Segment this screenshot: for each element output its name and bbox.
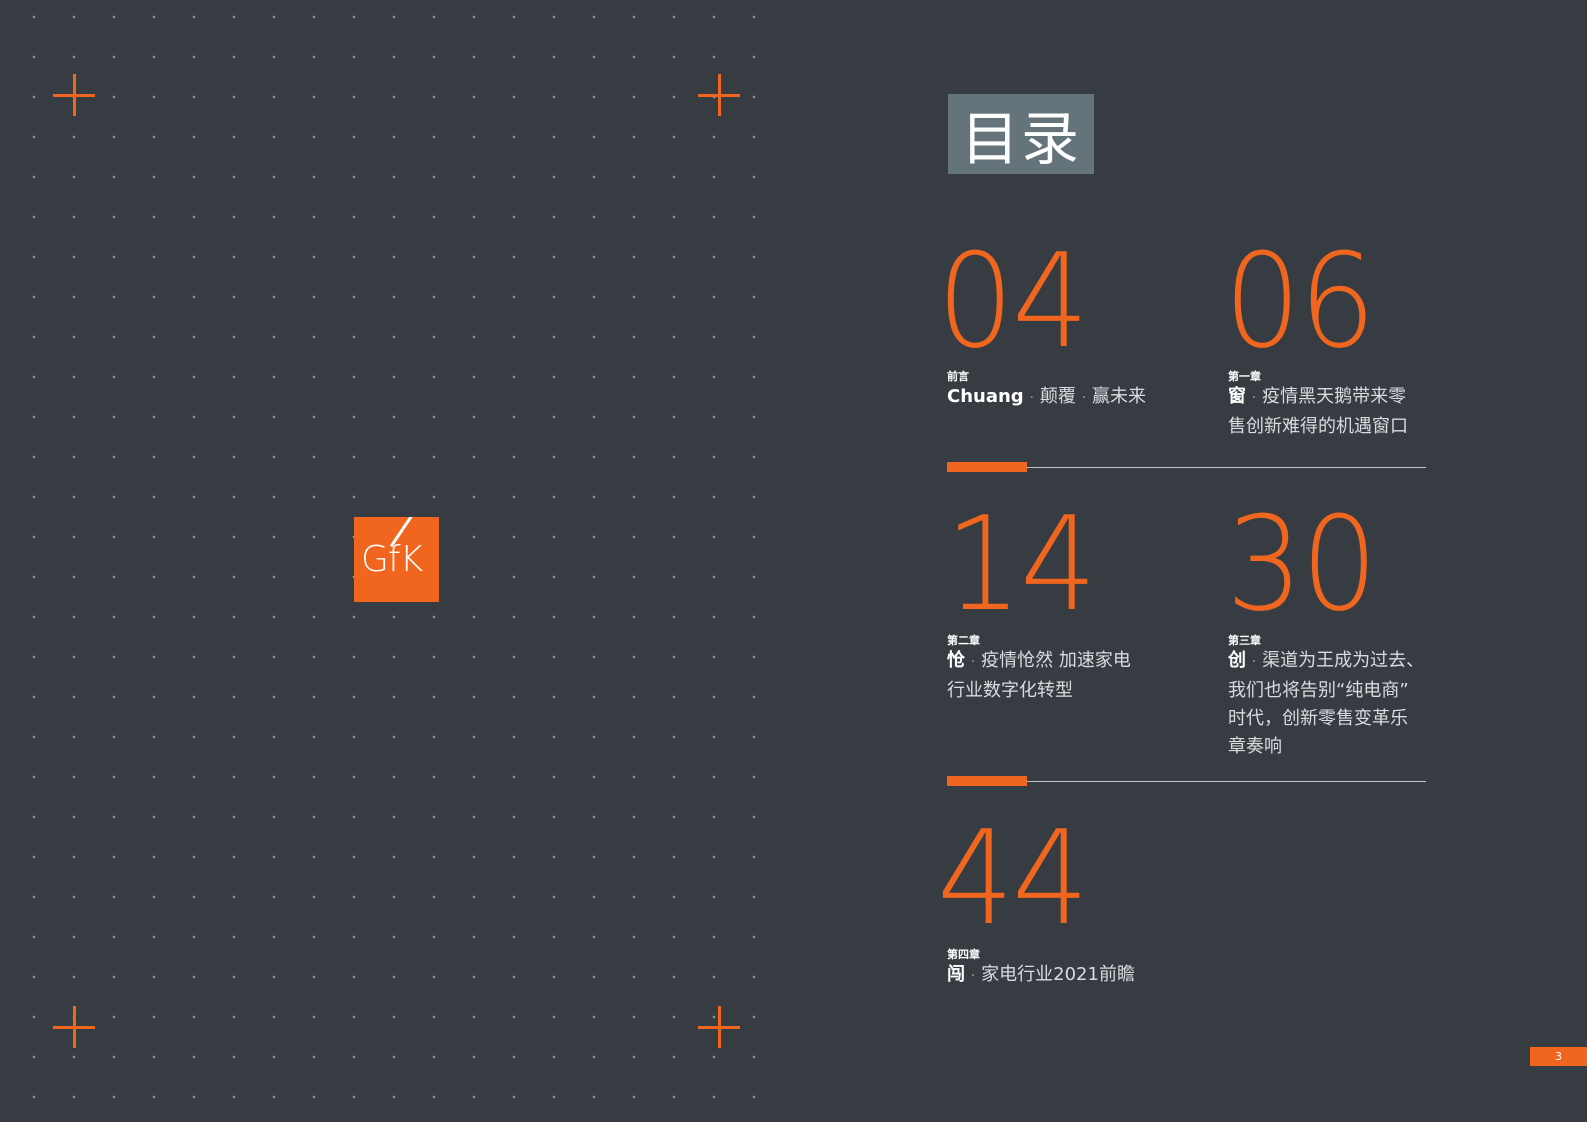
divider-accent	[947, 776, 1027, 786]
entry-text: 售创新难得的机遇窗口	[1228, 416, 1408, 437]
entry-text: 行业数字化转型	[947, 680, 1073, 701]
separator: ·	[1081, 391, 1086, 406]
page-number: 3	[1530, 1047, 1587, 1066]
separator: ·	[971, 969, 976, 984]
plus-icon-bottom-right	[698, 1006, 740, 1048]
entry-head: 闯	[947, 964, 965, 985]
entry-text: 疫情怆然 加速家电	[981, 650, 1131, 671]
entry-head: 怆	[947, 650, 965, 671]
entry-number: 30	[1226, 488, 1378, 640]
entry-head: 创	[1228, 650, 1246, 671]
entry-text: 我们也将告别“纯电商”	[1228, 680, 1409, 701]
entry-text: 章奏响	[1228, 736, 1282, 757]
entry-number: 06	[1224, 225, 1376, 377]
section-divider	[947, 462, 1426, 472]
plus-icon-top-left	[53, 74, 95, 116]
entry-title: 创 · 渠道为王成为过去、 我们也将告别“纯电商” 时代，创新零售变革乐 章奏响	[1228, 647, 1458, 761]
entry-text: 时代，创新零售变革乐	[1228, 708, 1408, 729]
page-title: 目录	[948, 94, 1094, 174]
entry-number: 04	[937, 225, 1089, 377]
entry-text: 家电行业2021前瞻	[981, 964, 1135, 985]
separator: ·	[971, 655, 976, 670]
entry-label: 第二章	[947, 634, 980, 647]
plus-icon-bottom-left	[53, 1006, 95, 1048]
section-divider	[947, 776, 1426, 786]
entry-text: 渠道为王成为过去、	[1262, 650, 1425, 671]
entry-label: 第三章	[1228, 634, 1261, 647]
entry-label: 前言	[947, 370, 969, 383]
entry-number: 44	[937, 802, 1089, 954]
separator: ·	[1252, 655, 1257, 670]
entry-number: 14	[945, 488, 1097, 640]
entry-text: 赢未来	[1091, 386, 1146, 407]
entry-title: 怆 · 疫情怆然 加速家电 行业数字化转型	[947, 647, 1177, 705]
entry-label: 第四章	[947, 948, 980, 961]
divider-accent	[947, 462, 1027, 472]
entry-title: 闯 · 家电行业2021前瞻	[947, 961, 1187, 991]
separator: ·	[1252, 391, 1257, 406]
entry-text: 疫情黑天鹅带来零	[1262, 386, 1407, 407]
entry-title: 窗 · 疫情黑天鹅带来零 售创新难得的机遇窗口	[1228, 383, 1438, 441]
entry-head: Chuang	[947, 386, 1024, 407]
plus-icon-top-right	[698, 74, 740, 116]
separator: ·	[1029, 391, 1034, 406]
entry-title: Chuang · 颠覆 · 赢未来	[947, 383, 1187, 413]
entry-text: 颠覆	[1039, 386, 1076, 407]
gfk-logo: GfK	[354, 517, 439, 602]
entry-label: 第一章	[1228, 370, 1261, 383]
entry-head: 窗	[1228, 386, 1246, 407]
